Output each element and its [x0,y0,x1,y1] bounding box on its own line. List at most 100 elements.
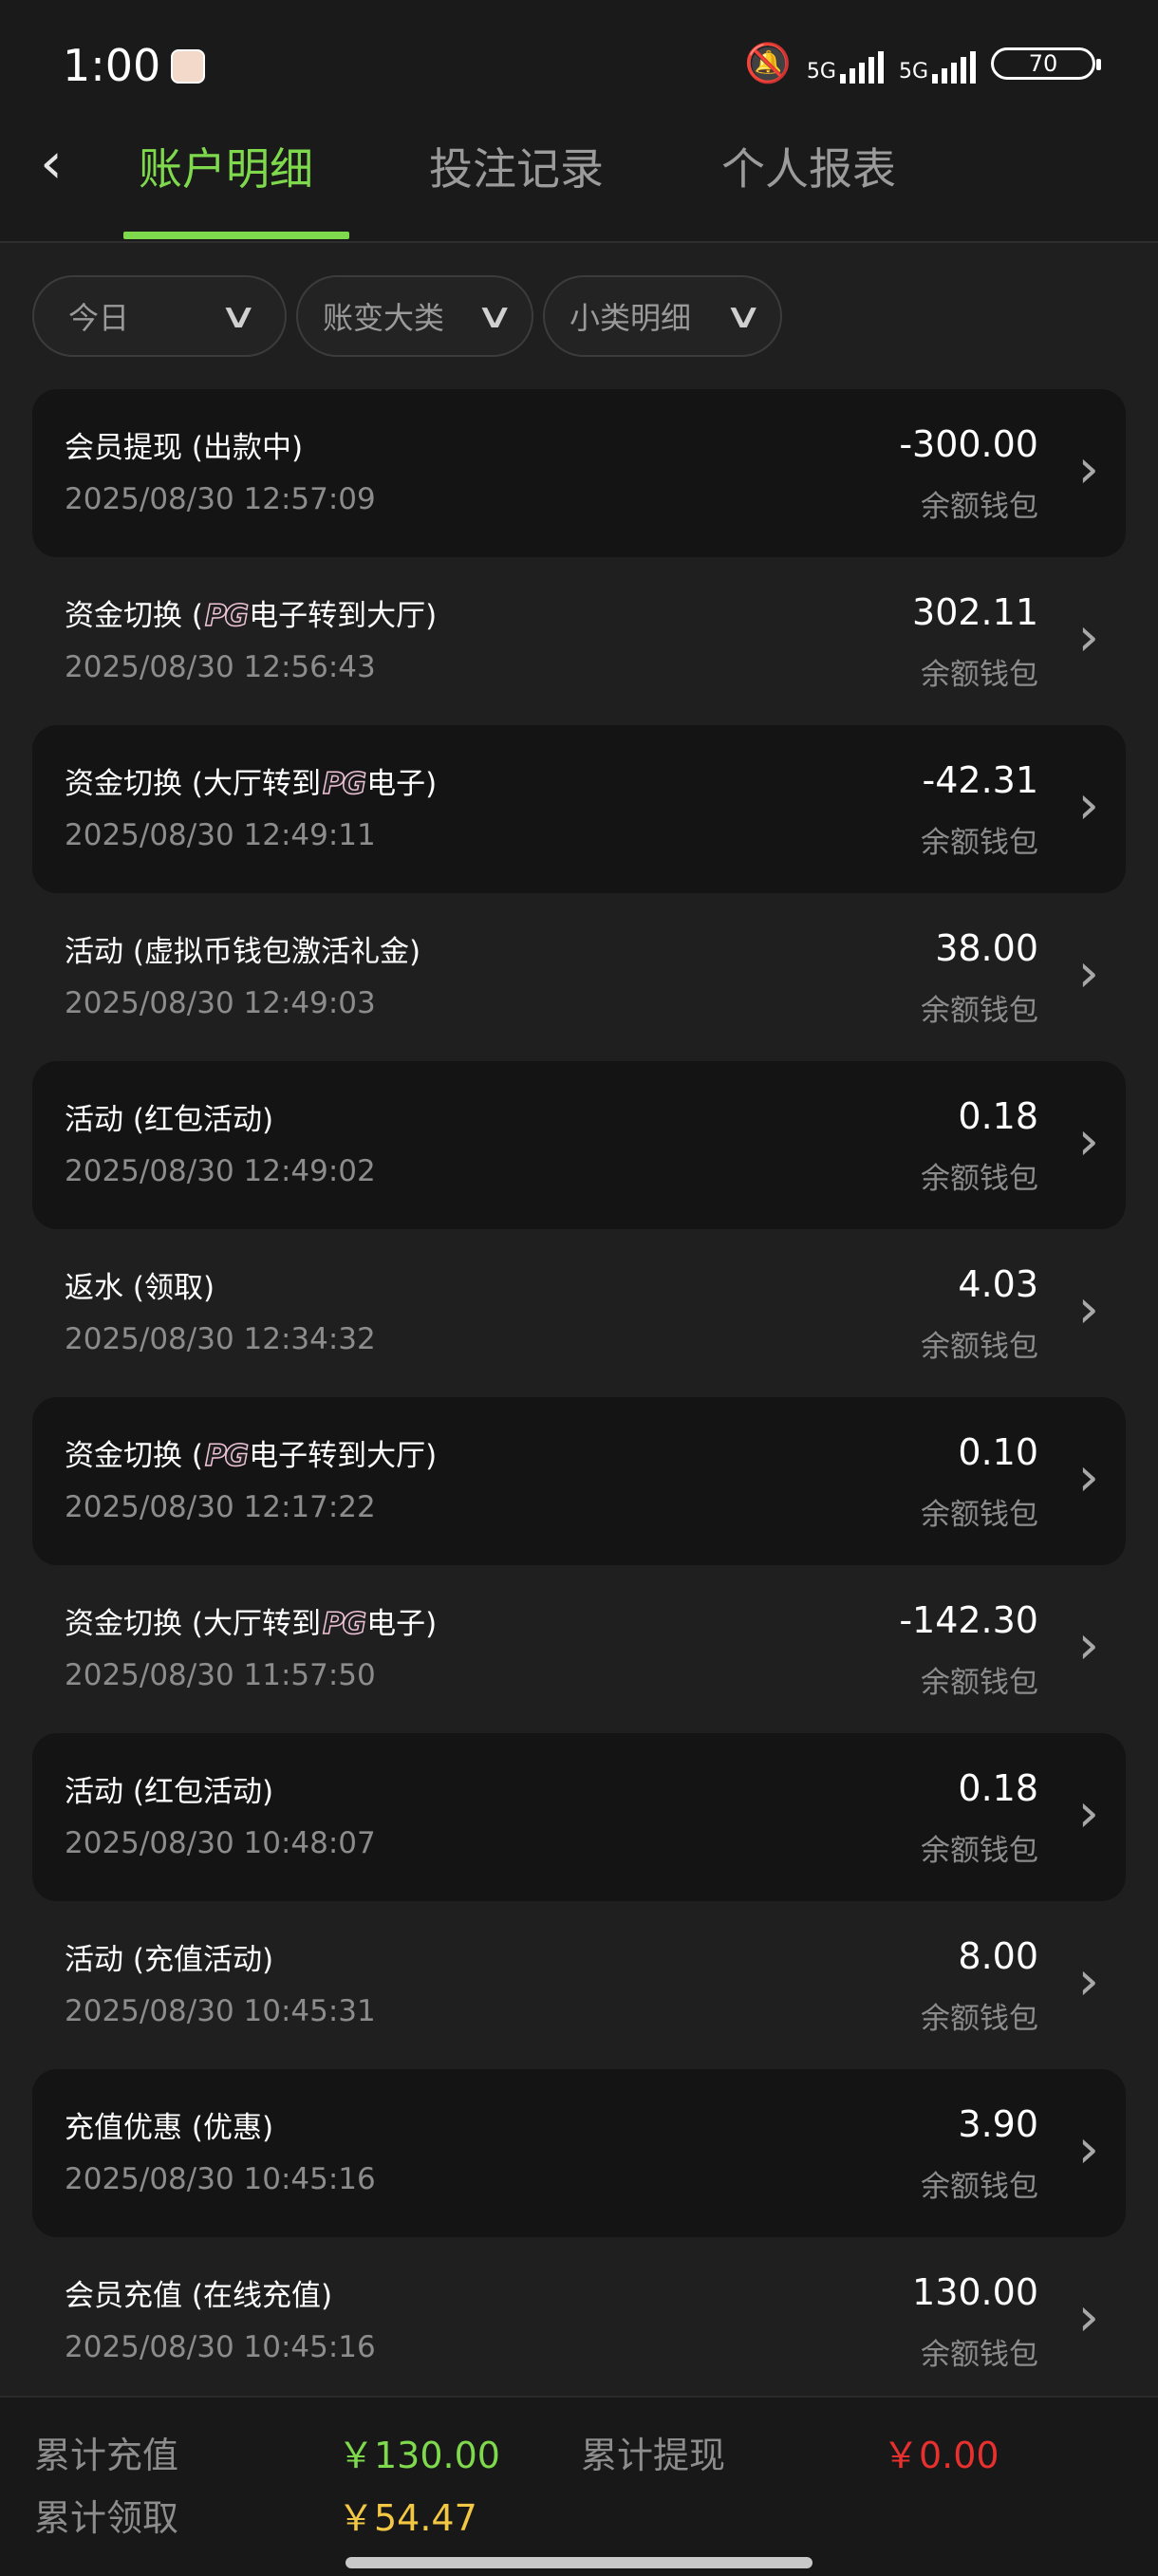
transaction-amount: 302.11 [912,591,1038,633]
status-icons: 🔕 5G 5G 70 [744,44,1101,84]
transaction-row[interactable]: 资金切换 (大厅转到PG电子) 2025/08/30 11:57:50 -142… [32,1565,1126,1733]
transaction-wallet: 余额钱包 [921,1330,1038,1364]
signal-icon-2: 5G [899,44,976,84]
transaction-date: 2025/08/30 12:49:03 [65,986,376,1020]
chevron-down-icon: ∨ [722,296,763,336]
chevron-right-icon: › [1077,1783,1099,1844]
tab-account-details[interactable]: 账户明细 [139,135,313,197]
total-withdraw-value: ￥0.00 [883,2435,999,2476]
transaction-title: 资金切换 (PG电子转到大厅) [65,1438,438,1474]
tab-personal-report[interactable]: 个人报表 [721,135,896,197]
pg-logo: PG [204,1438,250,1474]
transaction-wallet: 余额钱包 [921,2170,1038,2204]
status-bar: 1:00 🔕 5G 5G 70 [0,0,1158,123]
active-tab-indicator [123,232,349,239]
transaction-row[interactable]: 活动 (充值活动) 2025/08/30 10:45:31 8.00 余额钱包 … [32,1901,1126,2069]
transaction-amount: 8.00 [958,1935,1038,1977]
transaction-title: 会员提现 (出款中) [65,431,304,465]
transaction-title: 活动 (红包活动) [65,1775,274,1809]
chevron-right-icon: › [1077,943,1099,1004]
subcategory-filter-label: 小类明细 [570,300,692,336]
transaction-title: 资金切换 (大厅转到PG电子) [65,1606,438,1642]
transaction-row[interactable]: 资金切换 (大厅转到PG电子) 2025/08/30 12:49:11 -42.… [32,725,1126,893]
filter-bar: 今日 ∨ 账变大类 ∨ 小类明细 ∨ [32,275,782,357]
transaction-row[interactable]: 返水 (领取) 2025/08/30 12:34:32 4.03 余额钱包 › [32,1229,1126,1397]
transaction-wallet: 余额钱包 [921,1162,1038,1196]
chevron-right-icon: › [1077,439,1099,500]
transaction-title: 会员充值 (在线充值) [65,2279,333,2313]
category-filter-dropdown[interactable]: 账变大类 ∨ [296,275,533,357]
transaction-amount: -142.30 [899,1599,1038,1641]
transaction-amount: 3.90 [958,2103,1038,2145]
transaction-row[interactable]: 会员充值 (在线充值) 2025/08/30 10:45:16 130.00 余… [32,2237,1126,2405]
chevron-right-icon: › [1077,2287,1099,2348]
chevron-right-icon: › [1077,2119,1099,2180]
transaction-date: 2025/08/30 10:45:16 [65,2330,376,2364]
chevron-right-icon: › [1077,1447,1099,1508]
chevron-right-icon: › [1077,1111,1099,1172]
transaction-amount: -300.00 [899,423,1038,465]
transaction-date: 2025/08/30 11:57:50 [65,1658,376,1692]
transaction-wallet: 余额钱包 [921,2002,1038,2036]
chevron-down-icon: ∨ [217,296,258,336]
transaction-amount: 0.18 [958,1767,1038,1809]
total-deposit-value: ￥130.00 [338,2435,500,2476]
transaction-title: 活动 (红包活动) [65,1103,274,1137]
tab-bet-records[interactable]: 投注记录 [429,135,604,197]
transaction-row[interactable]: 充值优惠 (优惠) 2025/08/30 10:45:16 3.90 余额钱包 … [32,2069,1126,2237]
chevron-right-icon: › [1077,1951,1099,2012]
transaction-title: 资金切换 (大厅转到PG电子) [65,766,438,802]
pg-logo: PG [322,766,367,802]
transaction-date: 2025/08/30 10:45:16 [65,2162,376,2196]
transaction-amount: 130.00 [912,2271,1038,2313]
transaction-date: 2025/08/30 10:45:31 [65,1994,376,2028]
transaction-date: 2025/08/30 12:57:09 [65,482,376,516]
category-filter-label: 账变大类 [323,300,445,336]
transaction-row[interactable]: 活动 (红包活动) 2025/08/30 10:48:07 0.18 余额钱包 … [32,1733,1126,1901]
transaction-row[interactable]: 资金切换 (PG电子转到大厅) 2025/08/30 12:17:22 0.10… [32,1397,1126,1565]
transaction-date: 2025/08/30 12:34:32 [65,1322,376,1356]
transaction-title: 返水 (领取) [65,1271,215,1305]
transaction-wallet: 余额钱包 [921,826,1038,860]
transaction-date: 2025/08/30 12:49:02 [65,1154,376,1188]
app-notification-icon [171,49,205,84]
transaction-row[interactable]: 活动 (虚拟币钱包激活礼金) 2025/08/30 12:49:03 38.00… [32,893,1126,1061]
transaction-wallet: 余额钱包 [921,1666,1038,1700]
home-indicator[interactable] [346,2557,812,2568]
status-time: 1:00 [63,40,161,91]
transaction-row[interactable]: 活动 (红包活动) 2025/08/30 12:49:02 0.18 余额钱包 … [32,1061,1126,1229]
back-icon[interactable]: ‹ [40,135,63,192]
total-deposit-label: 累计充值 [34,2435,179,2476]
chevron-right-icon: › [1077,607,1099,668]
subcategory-filter-dropdown[interactable]: 小类明细 ∨ [543,275,782,357]
summary-footer: 累计充值 ￥130.00 累计提现 ￥0.00 累计领取 ￥54.47 [0,2396,1158,2576]
transaction-date: 2025/08/30 12:17:22 [65,1490,376,1524]
transaction-row[interactable]: 会员提现 (出款中) 2025/08/30 12:57:09 -300.00 余… [32,389,1126,557]
transaction-amount: 0.18 [958,1095,1038,1137]
battery-icon: 70 [991,47,1101,80]
date-filter-dropdown[interactable]: 今日 ∨ [32,275,287,357]
chevron-right-icon: › [1077,1279,1099,1340]
transaction-title: 充值优惠 (优惠) [65,2111,274,2145]
top-nav: ‹ 账户明细 投注记录 个人报表 [0,123,1158,243]
transaction-date: 2025/08/30 12:49:11 [65,818,376,852]
transaction-amount: 0.10 [958,1431,1038,1473]
transaction-date: 2025/08/30 10:48:07 [65,1826,376,1860]
transaction-wallet: 余额钱包 [921,1834,1038,1868]
transaction-wallet: 余额钱包 [921,658,1038,692]
pg-logo: PG [204,598,250,634]
pg-logo: PG [322,1606,367,1642]
total-withdraw-label: 累计提现 [581,2435,726,2476]
transaction-wallet: 余额钱包 [921,994,1038,1028]
signal-icon-1: 5G [807,44,884,84]
transaction-list: 会员提现 (出款中) 2025/08/30 12:57:09 -300.00 余… [32,389,1126,2405]
total-claimed-value: ￥54.47 [338,2497,477,2539]
transaction-wallet: 余额钱包 [921,2338,1038,2372]
transaction-title: 活动 (虚拟币钱包激活礼金) [65,935,421,969]
transaction-wallet: 余额钱包 [921,1498,1038,1532]
chevron-down-icon: ∨ [474,296,514,336]
transaction-row[interactable]: 资金切换 (PG电子转到大厅) 2025/08/30 12:56:43 302.… [32,557,1126,725]
chevron-right-icon: › [1077,1615,1099,1676]
transaction-amount: -42.31 [922,759,1039,801]
chevron-right-icon: › [1077,775,1099,836]
